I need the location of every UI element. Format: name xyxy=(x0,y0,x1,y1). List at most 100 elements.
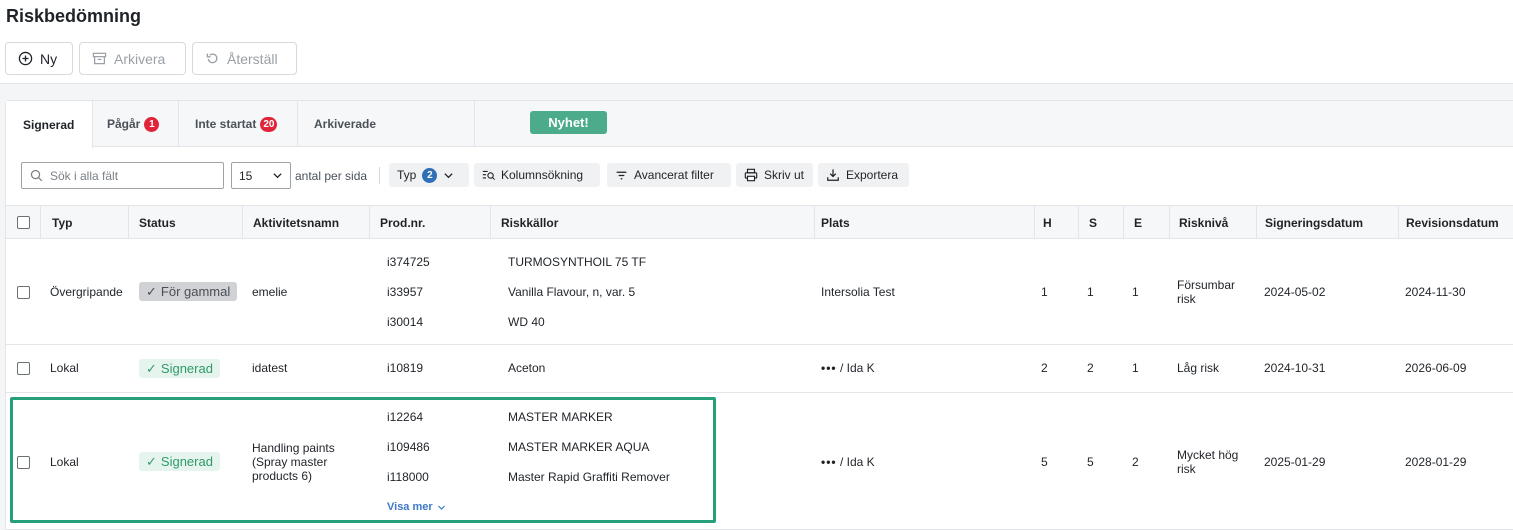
column-header-prod-nr[interactable]: Prod.nr. xyxy=(380,206,425,239)
risk-level-line: risk xyxy=(1177,462,1196,476)
column-divider xyxy=(1078,206,1079,239)
column-header-s[interactable]: S xyxy=(1089,206,1097,239)
per-page-label: antal per sida xyxy=(295,169,368,183)
download-icon xyxy=(827,169,839,181)
row-h: 5 xyxy=(1041,455,1048,469)
risk-level-line: Mycket hög xyxy=(1177,448,1239,462)
row-signing-date: 2025-01-29 xyxy=(1264,455,1326,469)
row-risk-source: Vanilla Flavour, n, var. 5 xyxy=(508,285,636,299)
row-checkbox[interactable] xyxy=(17,286,30,299)
news-badge[interactable]: Nyhet! xyxy=(530,111,607,134)
printer-icon xyxy=(744,168,758,182)
column-divider xyxy=(369,206,370,239)
row-prod-nr: i33957 xyxy=(387,285,424,299)
risk-level-line: Försumbar xyxy=(1177,278,1236,292)
column-header-h[interactable]: H xyxy=(1043,206,1052,239)
tab-in-progress-count: 1 xyxy=(144,116,160,132)
row-place: ••• / Ida K xyxy=(821,455,875,469)
tab-in-progress[interactable]: Pågår 1 xyxy=(107,101,160,147)
tab-divider xyxy=(474,101,475,147)
toolbar-divider xyxy=(379,167,380,184)
advanced-filter-button[interactable]: Avancerat filter xyxy=(607,163,731,187)
row-prod-nr: i30014 xyxy=(387,315,424,329)
table-row[interactable]: Övergripande ✓ För gammal emelie i374725… xyxy=(6,239,1513,345)
column-search-button[interactable]: Kolumnsökning xyxy=(474,163,600,187)
column-header-risk-level[interactable]: Risknivå xyxy=(1179,206,1228,239)
more-dots-icon[interactable]: ••• xyxy=(821,361,837,375)
print-button[interactable]: Skriv ut xyxy=(736,163,813,187)
column-divider xyxy=(1256,206,1257,239)
column-divider xyxy=(1398,206,1399,239)
column-header-status[interactable]: Status xyxy=(139,206,176,239)
undo-icon xyxy=(206,53,218,64)
column-header-signing-date[interactable]: Signeringsdatum xyxy=(1265,206,1363,239)
tab-in-progress-label: Pågår xyxy=(107,117,141,131)
row-checkbox[interactable] xyxy=(17,362,30,375)
column-header-type[interactable]: Typ xyxy=(52,206,72,239)
tab-archived-label: Arkiverade xyxy=(314,117,377,131)
column-divider xyxy=(1123,206,1124,239)
row-signing-date: 2024-05-02 xyxy=(1264,285,1326,299)
row-e: 1 xyxy=(1132,361,1139,375)
column-header-activity[interactable]: Aktivitetsnamn xyxy=(253,206,339,239)
row-place: Intersolia Test xyxy=(821,285,895,299)
row-prod-nr: i374725 xyxy=(387,255,430,269)
check-icon: ✓ xyxy=(146,360,157,376)
column-header-e[interactable]: E xyxy=(1134,206,1142,239)
row-e: 2 xyxy=(1132,455,1139,469)
select-all-checkbox[interactable] xyxy=(17,216,30,229)
selection-highlight xyxy=(10,397,716,523)
status-label: Signerad xyxy=(160,361,213,376)
row-risk-source: Aceton xyxy=(508,361,546,375)
column-header-revision-date[interactable]: Revisionsdatum xyxy=(1406,206,1499,239)
new-button-label: Ny xyxy=(40,50,58,67)
row-signing-date: 2024-10-31 xyxy=(1264,361,1326,375)
tab-signed[interactable]: Signerad xyxy=(6,101,93,148)
row-prod-nr: i10819 xyxy=(387,361,424,375)
chevron-down-icon xyxy=(273,173,282,179)
row-revision-date: 2024-11-30 xyxy=(1405,285,1466,299)
tab-archived[interactable]: Arkiverade xyxy=(314,101,376,147)
row-h: 2 xyxy=(1041,361,1048,375)
new-button[interactable]: Ny xyxy=(5,42,73,75)
row-s: 2 xyxy=(1087,361,1094,375)
export-button[interactable]: Exportera xyxy=(818,163,909,187)
column-header-risk-sources[interactable]: Riskkällor xyxy=(501,206,558,239)
row-type: Lokal xyxy=(50,361,79,375)
status-badge: ✓ Signerad xyxy=(139,359,220,378)
row-revision-date: 2028-01-29 xyxy=(1405,455,1467,469)
per-page-select[interactable]: 15 xyxy=(231,162,291,189)
more-dots-icon[interactable]: ••• xyxy=(821,455,837,469)
search-field[interactable] xyxy=(21,162,224,189)
column-divider xyxy=(1034,206,1035,239)
search-icon xyxy=(30,169,43,182)
tab-signed-label: Signerad xyxy=(23,117,75,132)
column-divider xyxy=(1169,206,1170,239)
restore-button[interactable]: Återställ xyxy=(192,42,297,75)
tab-not-started-count: 20 xyxy=(260,116,278,132)
column-header-place[interactable]: Plats xyxy=(821,206,850,239)
column-divider xyxy=(128,206,129,239)
page-title: Riskbedömning xyxy=(6,6,142,26)
search-input[interactable] xyxy=(50,168,210,183)
row-s: 5 xyxy=(1087,455,1094,469)
archive-button[interactable]: Arkivera xyxy=(79,42,186,75)
row-e: 1 xyxy=(1132,285,1139,299)
archive-icon xyxy=(92,52,107,65)
tab-not-started[interactable]: Inte startat 20 xyxy=(195,101,278,147)
row-risk-level: Mycket hög risk xyxy=(1177,448,1238,476)
row-type: Övergripande xyxy=(50,285,123,299)
row-activity: idatest xyxy=(252,361,288,375)
row-risk-level: Försumbar risk xyxy=(1177,278,1235,306)
tab-bar: Signerad Pågår 1 Inte startat 20 Arkiver… xyxy=(6,101,1513,148)
status-badge: ✓ För gammal xyxy=(139,282,238,301)
row-activity: emelie xyxy=(252,285,288,299)
type-filter-count: 2 xyxy=(422,167,438,183)
chevron-down-icon xyxy=(444,172,453,178)
column-divider xyxy=(40,206,41,239)
table-row[interactable]: Lokal ✓ Signerad idatest i10819 Aceton •… xyxy=(6,345,1513,393)
plus-circle-icon xyxy=(18,51,33,66)
column-search-label: Kolumnsökning xyxy=(501,168,584,182)
restore-button-label: Återställ xyxy=(227,50,278,67)
type-filter-button[interactable]: Typ 2 xyxy=(389,163,469,187)
